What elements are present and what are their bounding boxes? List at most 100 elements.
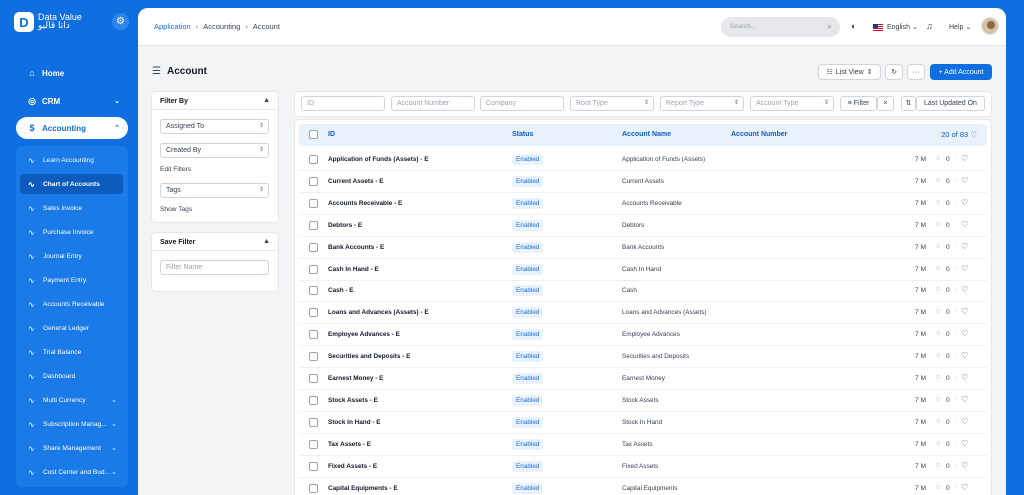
sidebar-item-home[interactable]: ⌂ Home: [16, 62, 128, 84]
header-account-number[interactable]: Account Number: [731, 131, 787, 138]
header-id[interactable]: ID: [328, 131, 335, 138]
row-id[interactable]: Cash In Hand - E: [328, 266, 379, 273]
sidebar-item-cost-center[interactable]: ∿ Cost Center and Bud... ⌄: [20, 462, 123, 482]
row-checkbox[interactable]: [309, 264, 318, 274]
header-status[interactable]: Status: [512, 131, 533, 138]
collapse-caret-icon[interactable]: ▲: [263, 238, 270, 245]
table-row[interactable]: Fixed Assets - E Enabled Fixed Assets 7 M ◌ 0…: [299, 456, 987, 478]
table-row[interactable]: Bank Accounts - E Enabled Bank Accounts 7 M…: [299, 237, 987, 259]
language-selector[interactable]: English ⌄: [873, 23, 918, 31]
row-id[interactable]: Stock In Hand - E: [328, 419, 381, 426]
row-checkbox[interactable]: [309, 286, 318, 296]
table-row[interactable]: Stock Assets - E Enabled Stock Assets 7 M ◌ 0…: [299, 390, 987, 412]
heart-icon[interactable]: ♡: [961, 220, 968, 229]
assigned-to-select[interactable]: Assigned To ⇕: [160, 119, 269, 134]
select-all-checkbox[interactable]: [309, 130, 318, 139]
heart-icon[interactable]: ♡: [961, 242, 968, 251]
row-id[interactable]: Securities and Deposits - E: [328, 353, 410, 360]
table-row[interactable]: Capital Equipments - E Enabled Capital Equ…: [299, 478, 987, 495]
row-checkbox[interactable]: [309, 176, 318, 186]
row-checkbox[interactable]: [309, 417, 318, 427]
table-row[interactable]: Accounts Receivable - E Enabled Accounts R…: [299, 193, 987, 215]
row-id[interactable]: Application of Funds (Assets) - E: [328, 156, 428, 163]
clear-filter-button[interactable]: ×: [877, 96, 894, 111]
sidebar-item-accounting[interactable]: $ Accounting ⌃: [16, 117, 128, 139]
heart-icon[interactable]: ♡: [961, 461, 968, 470]
row-checkbox[interactable]: [309, 198, 318, 208]
heart-icon[interactable]: ♡: [961, 417, 968, 426]
filter-button[interactable]: ≡ Filter: [840, 96, 877, 111]
search-input[interactable]: Search... ⌕: [721, 17, 840, 37]
company-filter-input[interactable]: Company: [480, 96, 564, 111]
sidebar-item-share-management[interactable]: ∿ Share Management ⌄: [20, 438, 123, 458]
row-checkbox[interactable]: [309, 330, 318, 340]
id-filter-input[interactable]: ID: [301, 96, 385, 111]
sidebar-item-trial-balance[interactable]: ∿ Trial Balance: [20, 342, 123, 362]
brand-logo[interactable]: D Data Value داتا ڤاليو: [14, 12, 82, 32]
breadcrumb-account[interactable]: Account: [253, 22, 280, 31]
show-tags-link[interactable]: Show Tags: [160, 206, 192, 213]
filter-name-input[interactable]: Filter Name: [160, 260, 269, 275]
sidebar-item-subscription-management[interactable]: ∿ Subscription Manag... ⌄: [20, 414, 123, 434]
row-id[interactable]: Tax Assets - E: [328, 441, 371, 448]
row-id[interactable]: Employee Advances - E: [328, 331, 400, 338]
heart-icon[interactable]: ♡: [961, 373, 968, 382]
row-id[interactable]: Stock Assets - E: [328, 397, 378, 404]
header-account-name[interactable]: Account Name: [622, 131, 671, 138]
row-checkbox[interactable]: [309, 439, 318, 449]
table-row[interactable]: Loans and Advances (Assets) - E Enabled Lo…: [299, 302, 987, 325]
sidebar-item-crm[interactable]: ◎ CRM ⌄: [16, 90, 128, 112]
sidebar-item-purchase-invoice[interactable]: ∿ Purchase Invoice: [20, 222, 123, 242]
help-menu[interactable]: Help ⌄: [949, 23, 971, 31]
account-number-filter-input[interactable]: Account Number: [391, 96, 475, 111]
table-row[interactable]: Current Assets - E Enabled Current Assets 7…: [299, 171, 987, 193]
row-id[interactable]: Capital Equipments - E: [328, 485, 398, 492]
row-id[interactable]: Cash - E: [328, 287, 354, 294]
row-checkbox[interactable]: [309, 155, 318, 164]
table-row[interactable]: Cash In Hand - E Enabled Cash In Hand 7 M ◌ 0…: [299, 259, 987, 281]
breadcrumb-accounting[interactable]: Accounting: [203, 22, 240, 31]
heart-icon[interactable]: ♡: [961, 176, 968, 185]
sidebar-item-journal-entry[interactable]: ∿ Journal Entry: [20, 246, 123, 266]
row-id[interactable]: Debtors - E: [328, 222, 362, 229]
edit-filters-link[interactable]: Edit Filters: [160, 166, 191, 173]
heart-icon[interactable]: ♡: [961, 264, 968, 273]
account-type-select[interactable]: Account Type ⇕: [750, 96, 834, 111]
row-checkbox[interactable]: [309, 461, 318, 471]
menu-toggle-icon[interactable]: ☰: [152, 66, 161, 77]
row-id[interactable]: Loans and Advances (Assets) - E: [328, 309, 429, 316]
sidebar-item-learn-accounting[interactable]: ∿ Learn Accounting: [20, 150, 123, 170]
sidebar-item-accounts-receivable[interactable]: ∿ Accounts Receivable: [20, 294, 123, 314]
avatar[interactable]: [981, 17, 999, 35]
heart-icon[interactable]: ♡: [961, 329, 968, 338]
list-view-button[interactable]: ☷ List View ⇕: [818, 64, 881, 80]
report-type-select[interactable]: Report Type ⇕: [660, 96, 744, 111]
heart-icon[interactable]: ♡: [970, 130, 977, 139]
table-row[interactable]: Cash - E Enabled Cash 7 M ◌ 0 · ♡: [299, 280, 987, 303]
row-checkbox[interactable]: [309, 220, 318, 230]
row-checkbox[interactable]: [309, 395, 318, 405]
row-id[interactable]: Fixed Assets - E: [328, 463, 377, 470]
bell-icon[interactable]: ♫: [926, 21, 933, 31]
row-checkbox[interactable]: [309, 374, 318, 383]
row-id[interactable]: Current Assets - E: [328, 178, 384, 185]
refresh-button[interactable]: ↻: [885, 64, 903, 80]
heart-icon[interactable]: ♡: [961, 439, 968, 448]
row-id[interactable]: Bank Accounts - E: [328, 244, 384, 251]
tags-select[interactable]: Tags ⇕: [160, 183, 269, 198]
more-button[interactable]: ···: [907, 64, 925, 80]
sidebar-item-payment-entry[interactable]: ∿ Payment Entry: [20, 270, 123, 290]
row-checkbox[interactable]: [309, 352, 318, 362]
table-row[interactable]: Debtors - E Enabled Debtors 7 M ◌ 0 · ♡: [299, 215, 987, 237]
row-checkbox[interactable]: [309, 242, 318, 252]
table-row[interactable]: Stock In Hand - E Enabled Stock In Hand 7 M…: [299, 412, 987, 434]
sort-direction-button[interactable]: ⇅: [901, 96, 916, 111]
row-id[interactable]: Accounts Receivable - E: [328, 200, 402, 207]
settings-gear-icon[interactable]: ⚙: [112, 13, 129, 30]
row-checkbox[interactable]: [309, 308, 318, 318]
sidebar-item-multi-currency[interactable]: ∿ Multi Currency ⌄: [20, 390, 123, 410]
heart-icon[interactable]: ♡: [961, 285, 968, 294]
root-type-select[interactable]: Root Type ⇕: [570, 96, 654, 111]
heart-icon[interactable]: ♡: [961, 154, 968, 163]
heart-icon[interactable]: ♡: [961, 351, 968, 360]
